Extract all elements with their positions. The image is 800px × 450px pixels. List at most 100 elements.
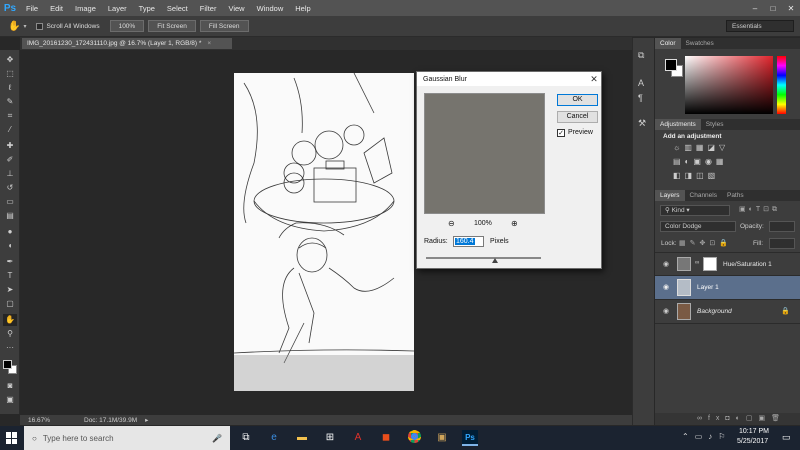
maximize-button[interactable]: □	[764, 4, 782, 13]
move-tool-icon[interactable]: ✥	[3, 54, 17, 66]
properties-panel-icon[interactable]: A	[638, 78, 644, 88]
pen-tool-icon[interactable]: ✒	[3, 256, 17, 268]
task-view-icon[interactable]: ⧉	[238, 430, 254, 446]
menu-layer[interactable]: Layer	[102, 4, 133, 13]
quick-mask-icon[interactable]: ◙	[3, 380, 17, 392]
tab-styles[interactable]: Styles	[701, 119, 729, 130]
paragraph-panel-icon[interactable]: ¶	[638, 93, 643, 103]
eye-icon[interactable]: ◉	[663, 260, 669, 268]
menu-window[interactable]: Window	[251, 4, 290, 13]
preview-checkbox[interactable]: ✓	[557, 129, 565, 137]
clock-time[interactable]: 10:17 PM	[739, 428, 769, 435]
eye-icon[interactable]: ◉	[663, 307, 669, 315]
radius-input[interactable]: 160.4	[453, 236, 484, 247]
layer-filter-icons[interactable]: ▣◐T⊡⧉	[739, 205, 780, 214]
blend-mode-select[interactable]: Color Dodge	[660, 221, 736, 232]
zoom-in-icon[interactable]: ⊕	[511, 219, 518, 228]
history-panel-icon[interactable]: ⧉	[638, 50, 644, 61]
adjustment-icons-row-2[interactable]: ▤◐▣◉▦	[673, 157, 728, 166]
adjustment-icons-row-1[interactable]: ☼▥▦◪▽	[673, 143, 729, 152]
layer-footer-icons[interactable]: ∞fx◘◐▢▣🗑	[697, 415, 786, 422]
foreground-color-swatch[interactable]	[3, 360, 12, 369]
zoom-100-button[interactable]: 100%	[109, 20, 145, 32]
screen-mode-icon[interactable]: ▣	[3, 394, 17, 406]
menu-view[interactable]: View	[222, 4, 250, 13]
microphone-icon[interactable]: 🎤	[212, 434, 222, 443]
windows-start-icon[interactable]	[6, 432, 18, 444]
document-tab[interactable]: IMG_20161230_172431110.jpg @ 16.7% (Laye…	[22, 38, 232, 49]
photoshop-taskbar-icon[interactable]: Ps	[462, 430, 478, 446]
healing-brush-tool-icon[interactable]: ✚	[3, 140, 17, 152]
system-tray-icons[interactable]: ⌃▭♪⚐	[682, 432, 731, 441]
color-field[interactable]	[685, 56, 773, 114]
menu-type[interactable]: Type	[133, 4, 161, 13]
fit-screen-button[interactable]: Fit Screen	[148, 20, 196, 32]
more-tools-icon[interactable]: ···	[3, 342, 17, 354]
blur-preview[interactable]	[424, 93, 545, 214]
fill-field[interactable]	[769, 238, 795, 249]
zoom-out-icon[interactable]: ⊖	[448, 219, 455, 228]
eraser-tool-icon[interactable]: ▭	[3, 196, 17, 208]
clone-stamp-tool-icon[interactable]: ⊥	[3, 168, 17, 180]
gradient-tool-icon[interactable]: ▤	[3, 210, 17, 222]
zoom-tool-icon[interactable]: ⚲	[3, 328, 17, 340]
fill-screen-button[interactable]: Fill Screen	[199, 20, 249, 32]
marquee-tool-icon[interactable]: ⬚	[3, 68, 17, 80]
workspace-selector[interactable]: Essentials	[726, 20, 794, 32]
cancel-button[interactable]: Cancel	[557, 111, 598, 123]
layer-row[interactable]: ◉ Background 🔒	[655, 300, 800, 324]
hue-slider[interactable]	[777, 56, 786, 114]
hand-tool-icon[interactable]: ✋	[3, 314, 17, 326]
menu-select[interactable]: Select	[161, 4, 194, 13]
layer-row[interactable]: ◉ ∞ Hue/Saturation 1	[655, 252, 800, 276]
office-icon[interactable]: ◼	[378, 430, 394, 446]
menu-image[interactable]: Image	[69, 4, 102, 13]
chevron-right-icon[interactable]: ▸	[145, 416, 148, 424]
scroll-all-windows-checkbox[interactable]	[36, 22, 44, 30]
store-icon[interactable]: ⊞	[322, 430, 338, 446]
tab-adjustments[interactable]: Adjustments	[655, 119, 701, 130]
path-select-tool-icon[interactable]: ➤	[3, 284, 17, 296]
edge-icon[interactable]: e	[266, 430, 282, 446]
chrome-icon[interactable]	[406, 430, 422, 446]
type-tool-icon[interactable]: T	[3, 270, 17, 282]
tab-paths[interactable]: Paths	[722, 190, 749, 201]
clock-date[interactable]: 5/25/2017	[737, 438, 768, 445]
lasso-tool-icon[interactable]: ℓ	[3, 82, 17, 94]
taskbar-search-box[interactable]: ○ Type here to search 🎤	[24, 426, 230, 450]
eye-icon[interactable]: ◉	[663, 283, 669, 291]
blur-tool-icon[interactable]: ●	[3, 226, 17, 238]
hand-tool-icon[interactable]: ✋	[8, 21, 20, 32]
quick-select-tool-icon[interactable]: ✎	[3, 96, 17, 108]
tab-swatches[interactable]: Swatches	[681, 38, 719, 49]
tab-channels[interactable]: Channels	[685, 190, 722, 201]
dialog-titlebar[interactable]: Gaussian Blur ✕	[417, 72, 601, 86]
layer-row[interactable]: ◉ Layer 1	[655, 276, 800, 300]
history-brush-tool-icon[interactable]: ↺	[3, 182, 17, 194]
rectangle-tool-icon[interactable]: ▢	[3, 298, 17, 310]
crop-tool-icon[interactable]: ⌗	[3, 110, 17, 122]
acrobat-icon[interactable]: A	[350, 430, 366, 446]
tab-layers[interactable]: Layers	[655, 190, 685, 201]
ok-button[interactable]: OK	[557, 94, 598, 106]
menu-edit[interactable]: Edit	[44, 4, 69, 13]
gallery-icon[interactable]: ▣	[434, 430, 450, 446]
layer-mask-thumbnail[interactable]	[703, 257, 717, 271]
menu-filter[interactable]: Filter	[194, 4, 223, 13]
adjustment-icons-row-3[interactable]: ◧◨◫▧	[673, 171, 719, 180]
file-explorer-icon[interactable]: ▬	[294, 430, 310, 446]
zoom-readout[interactable]: 16.67%	[28, 417, 68, 424]
lock-icons[interactable]: ▦✎✥⊡🔒	[679, 239, 732, 247]
radius-slider-track[interactable]	[426, 257, 541, 259]
foreground-color-chip[interactable]	[665, 59, 677, 71]
close-window-button[interactable]: ✕	[782, 4, 800, 13]
minimize-button[interactable]: –	[746, 4, 764, 13]
eyedropper-tool-icon[interactable]: ⁄	[3, 124, 17, 136]
radius-slider-thumb[interactable]	[492, 258, 498, 263]
document-image[interactable]	[234, 73, 414, 391]
notifications-icon[interactable]: ▭	[782, 432, 791, 443]
tab-color[interactable]: Color	[655, 38, 681, 49]
menu-help[interactable]: Help	[289, 4, 316, 13]
tool-presets-icon[interactable]: ⚒	[638, 118, 646, 129]
chevron-down-icon[interactable]: ▾	[23, 23, 26, 30]
